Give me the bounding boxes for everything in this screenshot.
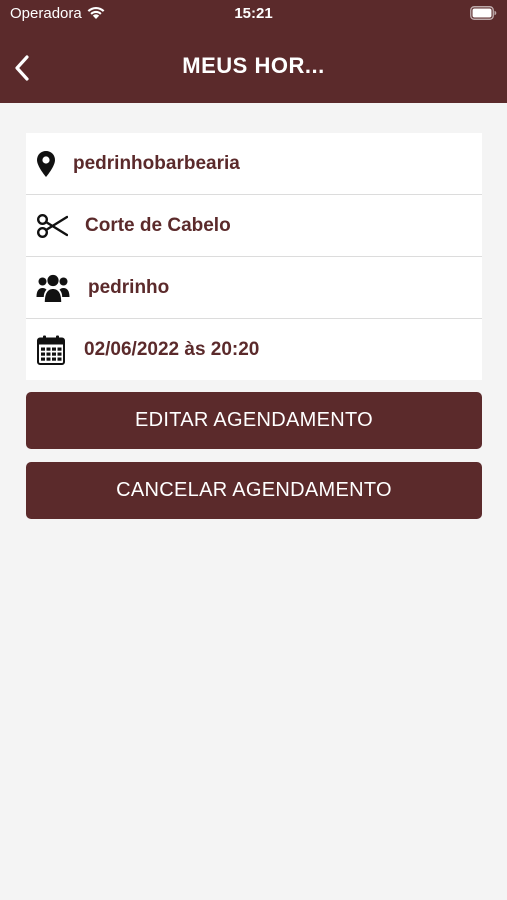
detail-row-service: Corte de Cabelo <box>26 195 482 257</box>
professional-name: pedrinho <box>88 277 170 298</box>
calendar-icon <box>37 332 65 368</box>
edit-appointment-button[interactable]: EDITAR AGENDAMENTO <box>26 392 482 449</box>
detail-row-location: pedrinhobarbearia <box>26 133 482 195</box>
chevron-left-icon <box>15 55 29 81</box>
service-name: Corte de Cabelo <box>85 215 231 236</box>
detail-row-datetime: 02/06/2022 às 20:20 <box>26 319 482 380</box>
cancel-appointment-button[interactable]: CANCELAR AGENDAMENTO <box>26 462 482 519</box>
back-button[interactable] <box>6 50 38 86</box>
appointment-details-card: pedrinhobarbearia Corte de Cabelo pedrin <box>26 133 482 380</box>
users-icon <box>36 270 70 306</box>
status-bar: Operadora 15:21 <box>0 0 507 30</box>
detail-row-professional: pedrinho <box>26 257 482 319</box>
app-header: Operadora 15:21 MEUS HOR... <box>0 0 507 103</box>
map-pin-icon <box>36 146 56 182</box>
battery-icon <box>470 6 497 20</box>
appointment-datetime: 02/06/2022 às 20:20 <box>84 339 260 360</box>
location-name: pedrinhobarbearia <box>73 153 240 174</box>
status-time: 15:21 <box>234 5 273 22</box>
page-title: MEUS HOR... <box>182 53 325 78</box>
scissors-icon <box>36 208 68 244</box>
